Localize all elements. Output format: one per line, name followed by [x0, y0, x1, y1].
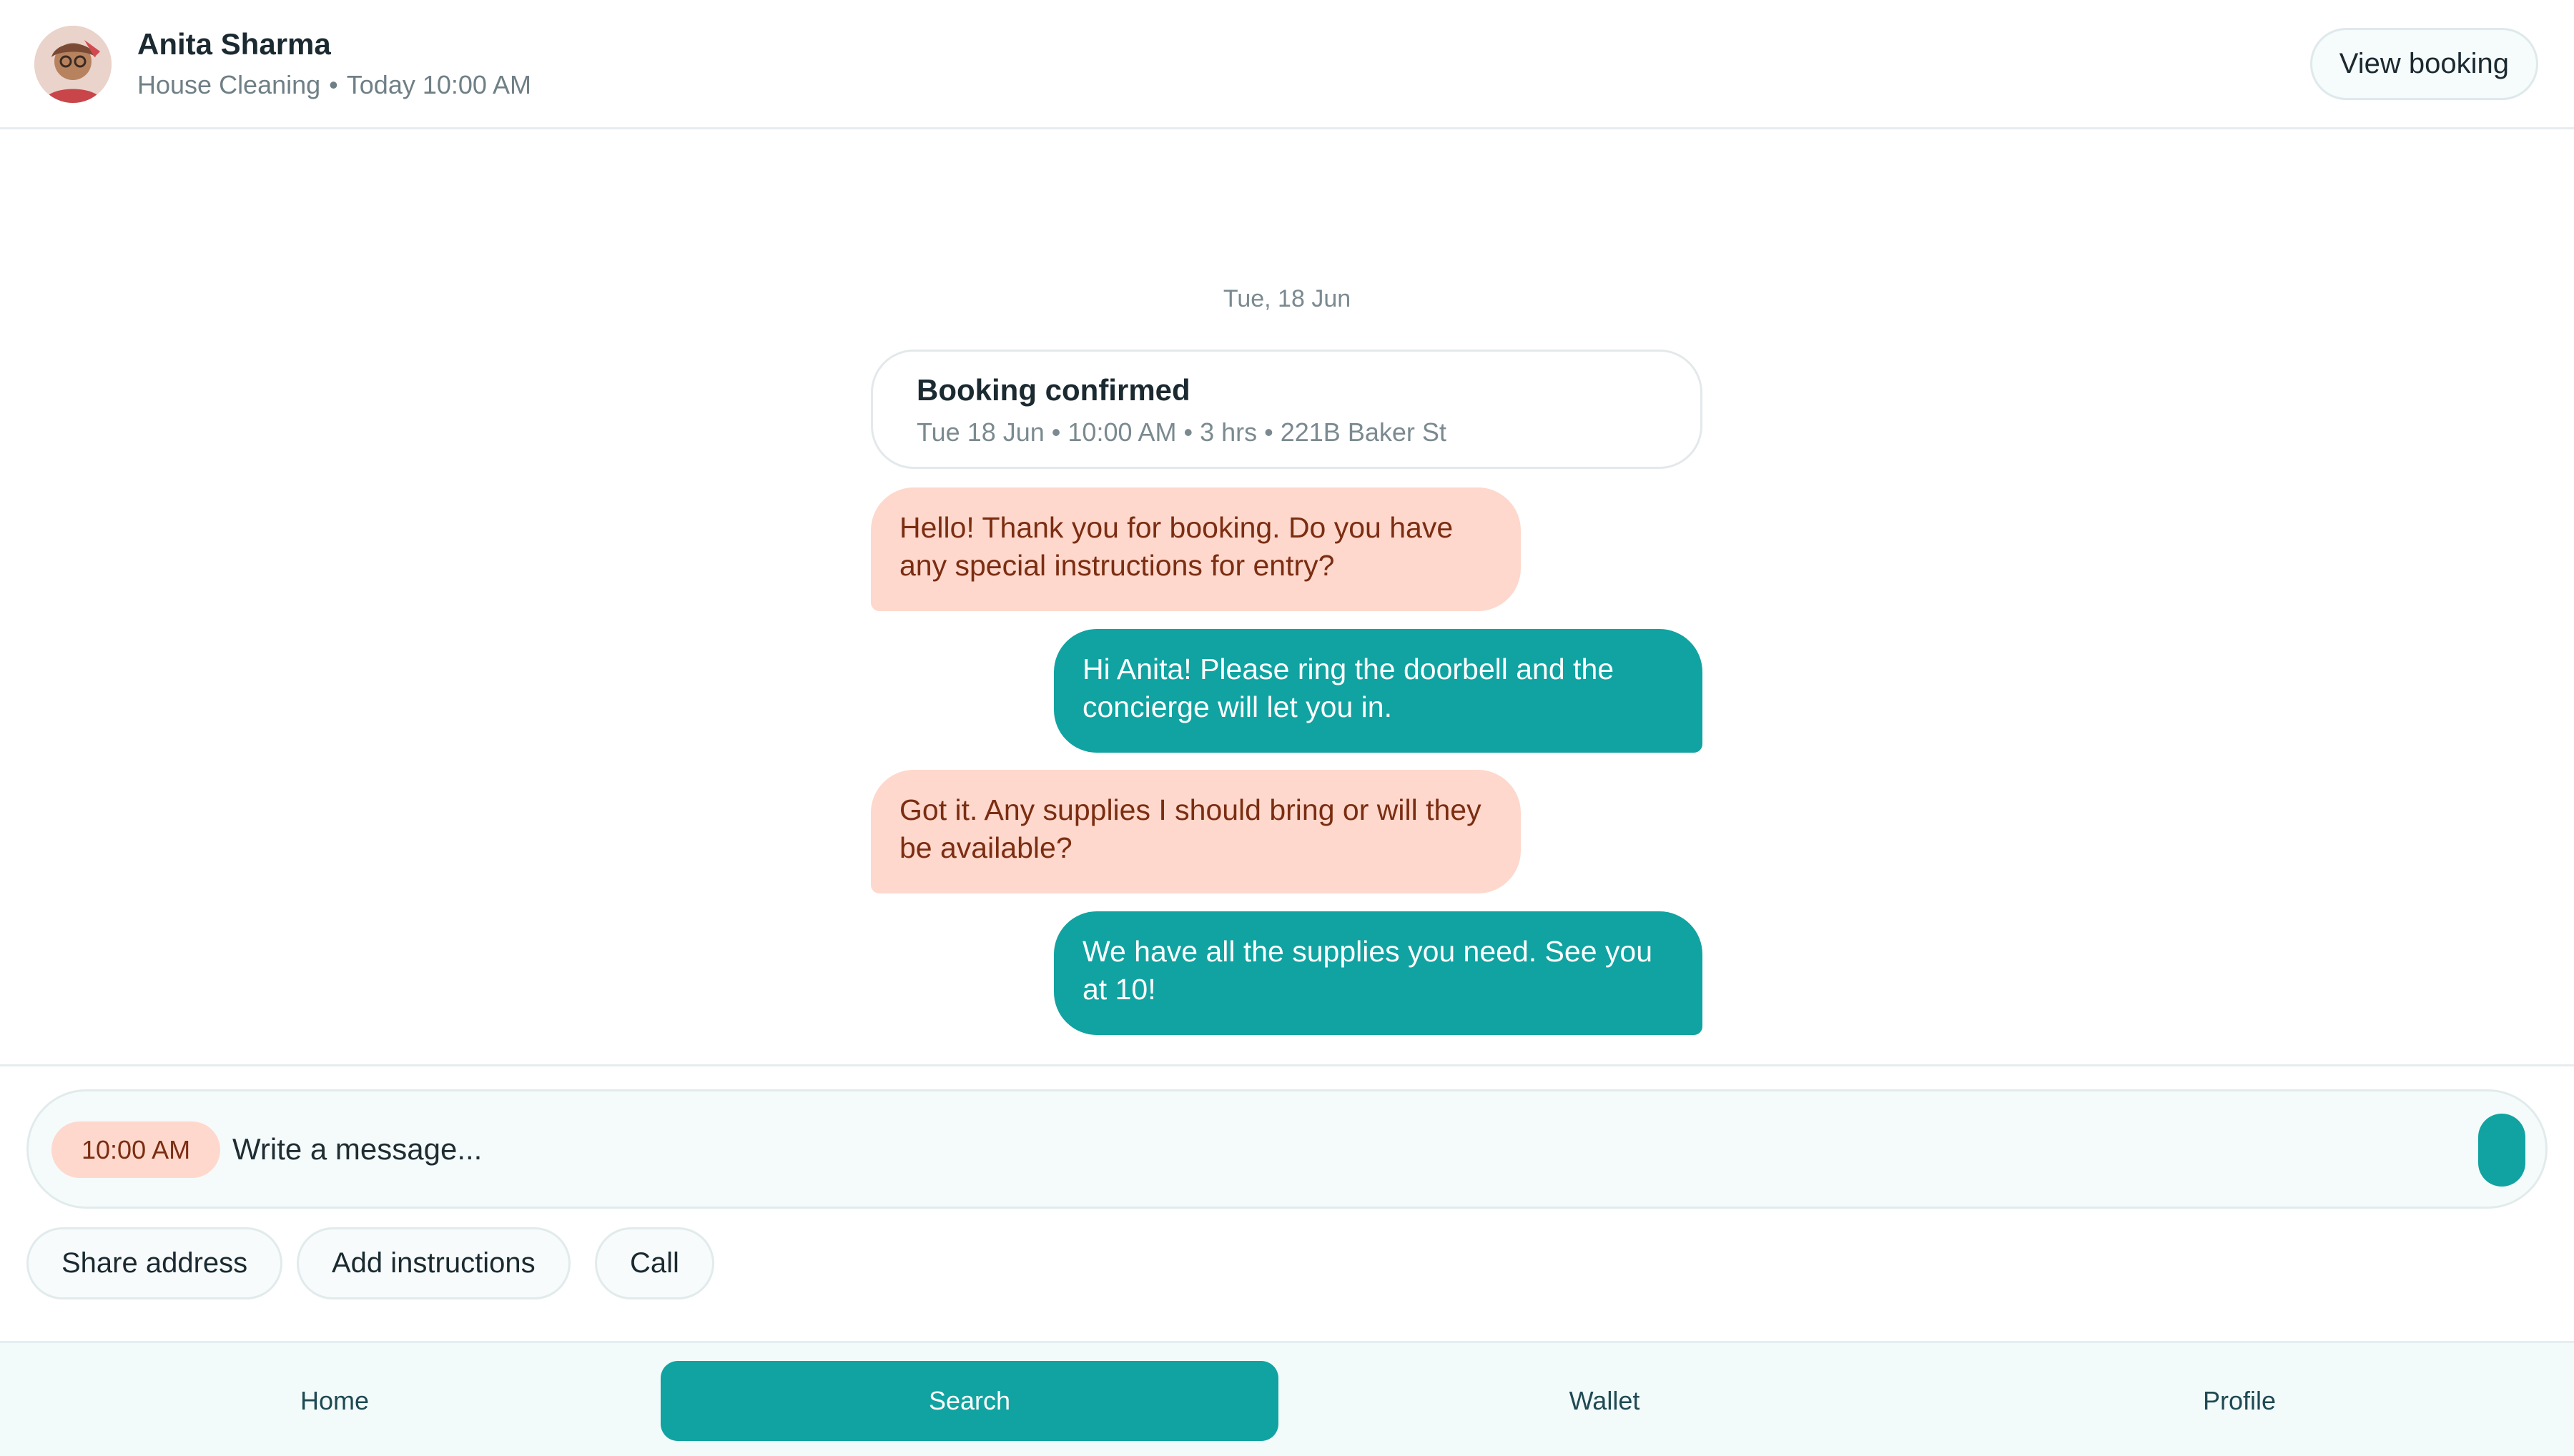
nav-profile[interactable]: Profile [1930, 1361, 2548, 1441]
chat-header: Anita Sharma House Cleaning • Today 10:00 … [0, 0, 2574, 129]
time-chip[interactable]: 10:00 AM [51, 1121, 221, 1178]
booking-card-details: Tue 18 Jun • 10:00 AM • 3 hrs • 221B Bak… [917, 417, 1446, 447]
incoming-message: Hello! Thank you for booking. Do you hav… [871, 487, 1521, 611]
booking-card-title: Booking confirmed [917, 373, 1190, 407]
send-button-icon[interactable] [2478, 1114, 2525, 1187]
outgoing-message: Hi Anita! Please ring the doorbell and t… [1054, 629, 1702, 753]
call-chip[interactable]: Call [595, 1227, 714, 1299]
booking-summary: House Cleaning • Today 10:00 AM [137, 70, 531, 100]
composer-area: 10:00 AM Share address Add instructions … [0, 1064, 2574, 1341]
message-input[interactable] [231, 1116, 2376, 1182]
outgoing-message: We have all the supplies you need. See y… [1054, 911, 1702, 1035]
bottom-nav: Home Search Wallet Profile [0, 1341, 2574, 1456]
contact-name: Anita Sharma [137, 27, 331, 61]
nav-search[interactable]: Search [661, 1361, 1278, 1441]
avatar-photo-icon [34, 26, 112, 103]
share-address-chip[interactable]: Share address [26, 1227, 283, 1299]
message-thread[interactable]: Tue, 18 Jun Booking confirmed Tue 18 Jun… [0, 129, 2574, 1064]
nav-wallet[interactable]: Wallet [1296, 1361, 1913, 1441]
separator-dot: • [329, 70, 338, 99]
message-composer: 10:00 AM [26, 1089, 2548, 1209]
booking-confirmed-card[interactable]: Booking confirmed Tue 18 Jun • 10:00 AM … [871, 350, 1702, 469]
add-instructions-chip[interactable]: Add instructions [297, 1227, 571, 1299]
incoming-message: Got it. Any supplies I should bring or w… [871, 770, 1521, 893]
view-booking-button[interactable]: View booking [2309, 28, 2538, 100]
nav-home[interactable]: Home [26, 1361, 644, 1441]
booking-time: Today 10:00 AM [346, 70, 531, 99]
avatar[interactable] [34, 26, 112, 103]
date-separator: Tue, 18 Jun [1223, 285, 1351, 312]
service-name: House Cleaning [137, 70, 321, 99]
